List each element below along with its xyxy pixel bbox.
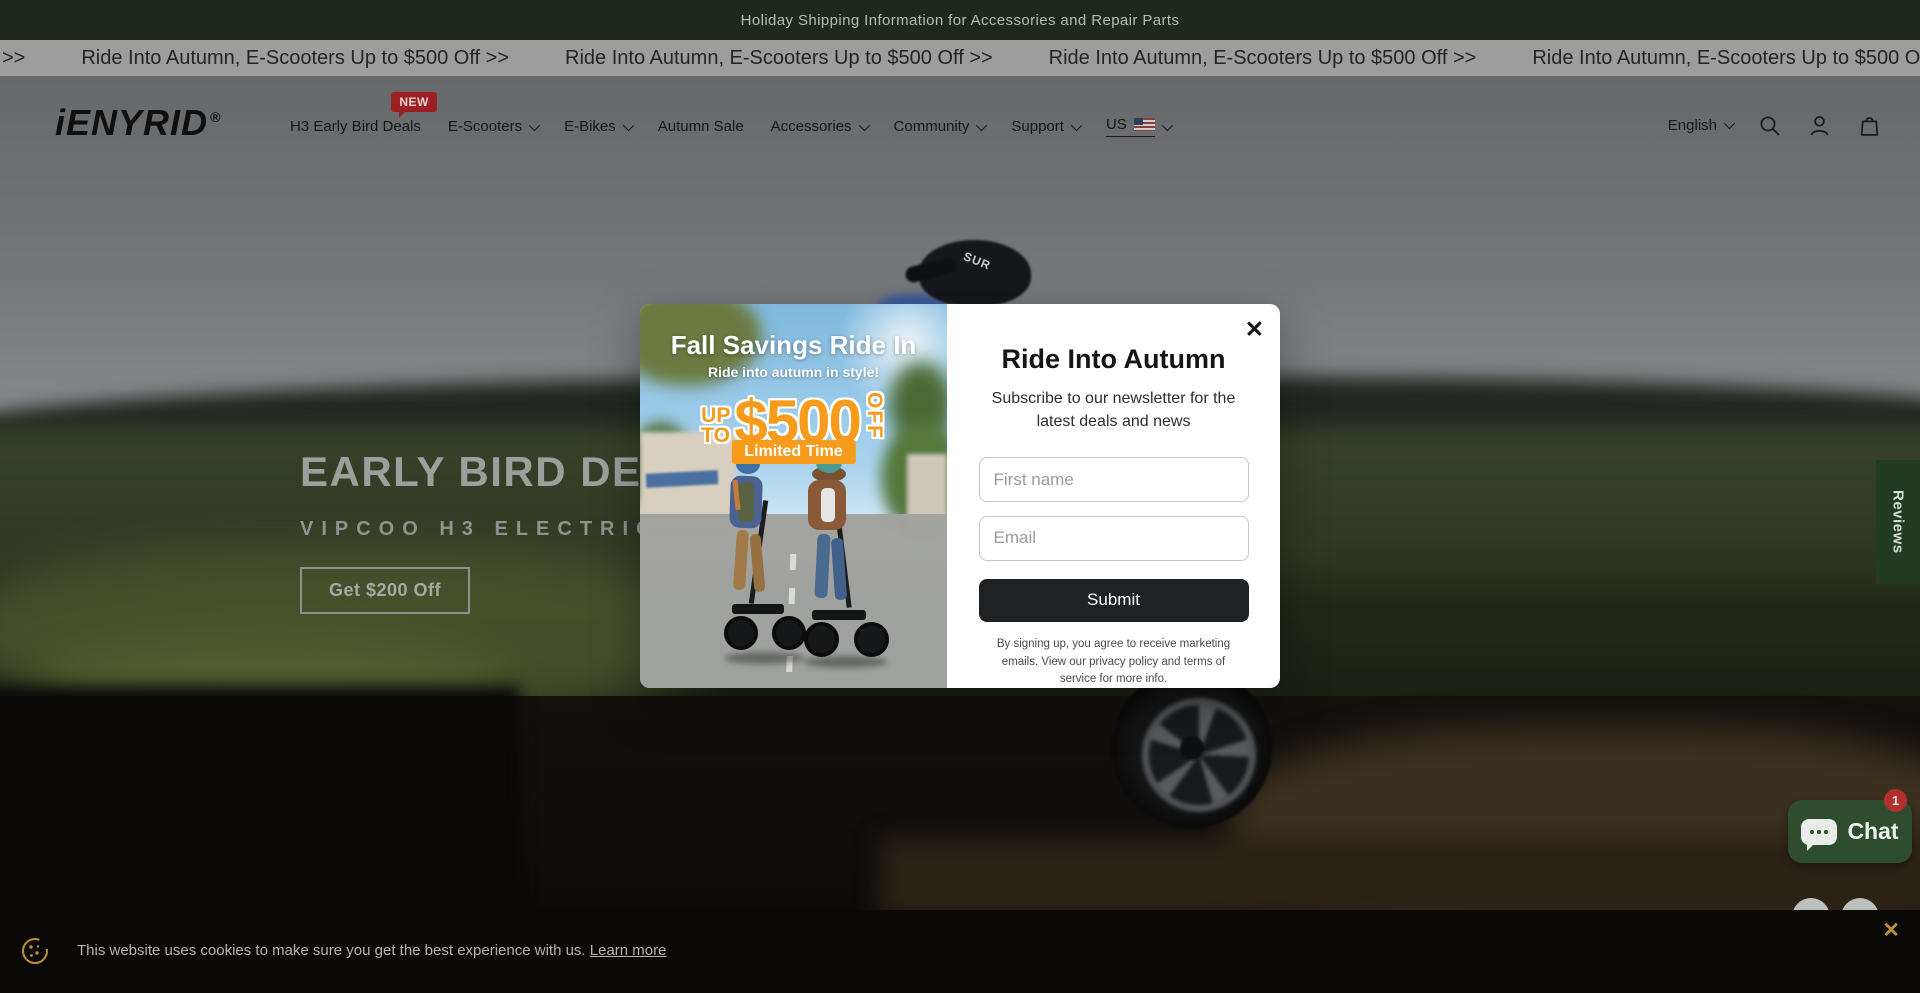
rider-shadow xyxy=(804,656,888,668)
nav-item-e-bikes[interactable]: E-Bikes xyxy=(564,118,631,135)
marquee-bar: >> Ride Into Autumn, E-Scooters Up to $5… xyxy=(0,40,1920,76)
page: Holiday Shipping Information for Accesso… xyxy=(0,0,1920,993)
chevron-down-icon xyxy=(529,119,540,130)
site-header: iENYRID® H3 Early Bird Deals NEW E-Scoot… xyxy=(0,76,1920,170)
chat-bubble-icon xyxy=(1801,819,1837,845)
nav-item-autumn-sale[interactable]: Autumn Sale xyxy=(658,118,744,135)
scooter-wheel xyxy=(772,616,806,650)
nav-item-e-scooters[interactable]: E-Scooters xyxy=(448,118,537,135)
scooter-wheel xyxy=(724,616,758,650)
nav-label: H3 Early Bird Deals xyxy=(290,118,421,135)
cart-icon[interactable] xyxy=(1856,112,1882,138)
logo[interactable]: iENYRID® xyxy=(55,102,221,144)
cookie-banner: This website uses cookies to make sure y… xyxy=(0,910,1920,993)
promo-title: Fall Savings Ride In xyxy=(640,330,947,361)
limited-time-badge: Limited Time xyxy=(731,440,855,464)
logo-text: iENYRID xyxy=(55,102,208,143)
promo-image: Fall Savings Ride In Ride into autumn in… xyxy=(640,304,947,688)
nav-label: E-Scooters xyxy=(448,118,522,135)
close-icon[interactable]: ✕ xyxy=(1245,318,1264,341)
reviews-tab[interactable]: Reviews xyxy=(1876,460,1920,584)
marquee-item: Ride Into Autumn, E-Scooters Up to $500 … xyxy=(1532,47,1920,70)
reviews-tab-label: Reviews xyxy=(1890,490,1907,554)
wheel-hub xyxy=(1180,736,1204,760)
scooter-wheel xyxy=(1112,668,1272,828)
marquee-item: Ride Into Autumn, E-Scooters Up to $500 … xyxy=(565,47,993,70)
nav-label: Support xyxy=(1011,118,1064,135)
promo-to: TO xyxy=(701,426,730,446)
language-selector[interactable]: English xyxy=(1668,117,1732,134)
language-label: English xyxy=(1668,117,1717,134)
marquee-item: >> xyxy=(2,47,25,70)
chevron-down-icon xyxy=(1071,119,1082,130)
form-subtitle: Subscribe to our newsletter for the late… xyxy=(980,387,1248,433)
nav-item-community[interactable]: Community xyxy=(894,118,985,135)
email-field[interactable] xyxy=(979,516,1249,561)
scooter-wheel xyxy=(854,622,889,657)
us-flag-icon xyxy=(1134,118,1155,131)
cookie-close-icon[interactable]: ✕ xyxy=(1882,918,1900,943)
marquee-item: Ride Into Autumn, E-Scooters Up to $500 … xyxy=(81,47,509,70)
promo-up-to: UP TO xyxy=(701,406,730,446)
nav-label: E-Bikes xyxy=(564,118,616,135)
nav-item-accessories[interactable]: Accessories xyxy=(771,118,867,135)
hero-dirt-strip xyxy=(880,838,1920,910)
logo-registered-mark: ® xyxy=(210,109,221,125)
header-actions: English xyxy=(1668,112,1882,138)
rider-vest xyxy=(738,482,754,522)
nav-label: US xyxy=(1106,116,1127,133)
main-nav: H3 Early Bird Deals NEW E-Scooters E-Bik… xyxy=(290,116,1170,137)
rider-shadow xyxy=(724,652,804,664)
hero-cta-button[interactable]: Get $200 Off xyxy=(300,567,470,614)
form-title: Ride Into Autumn xyxy=(1002,344,1226,375)
hero-foreground-shadow xyxy=(0,686,520,910)
search-icon[interactable] xyxy=(1756,112,1782,138)
newsletter-modal: Fall Savings Ride In Ride into autumn in… xyxy=(640,304,1280,688)
chat-label: Chat xyxy=(1847,818,1898,845)
cookie-icon xyxy=(18,934,52,973)
cookie-learn-more-link[interactable]: Learn more xyxy=(590,942,667,959)
nav-label: Community xyxy=(894,118,970,135)
marquee-item: Ride Into Autumn, E-Scooters Up to $500 … xyxy=(1049,47,1477,70)
new-badge: NEW xyxy=(391,92,437,112)
nav-item-region-us[interactable]: US xyxy=(1106,116,1170,137)
newsletter-form: ✕ Ride Into Autumn Subscribe to our news… xyxy=(947,304,1280,688)
chevron-down-icon xyxy=(623,119,634,130)
rider-shirt xyxy=(821,488,835,522)
chat-unread-badge: 1 xyxy=(1884,789,1907,812)
cookie-message-text: This website uses cookies to make sure y… xyxy=(77,942,586,959)
promo-off: OFF xyxy=(862,392,886,456)
rider-helmet: SUR xyxy=(905,236,1045,308)
region-selector: US xyxy=(1106,116,1155,137)
scooter-wheel xyxy=(804,622,839,657)
first-name-field[interactable] xyxy=(979,457,1249,502)
announcement-text: Holiday Shipping Information for Accesso… xyxy=(741,12,1180,29)
chevron-down-icon xyxy=(976,119,987,130)
promo-up: UP xyxy=(701,406,730,426)
account-icon[interactable] xyxy=(1806,112,1832,138)
announcement-bar: Holiday Shipping Information for Accesso… xyxy=(0,0,1920,40)
chevron-down-icon xyxy=(858,119,869,130)
nav-item-h3-early-bird-deals[interactable]: H3 Early Bird Deals NEW xyxy=(290,118,421,135)
nav-item-support[interactable]: Support xyxy=(1011,118,1079,135)
chevron-down-icon xyxy=(1162,119,1173,130)
scooter-deck xyxy=(732,604,784,614)
chevron-down-icon xyxy=(1724,118,1735,129)
scooter-deck xyxy=(812,610,866,620)
nav-label: Accessories xyxy=(771,118,852,135)
promo-subtitle: Ride into autumn in style! xyxy=(640,364,947,380)
submit-button[interactable]: Submit xyxy=(979,579,1249,623)
cookie-message: This website uses cookies to make sure y… xyxy=(77,942,666,959)
nav-label: Autumn Sale xyxy=(658,118,744,135)
form-disclaimer: By signing up, you agree to receive mark… xyxy=(988,636,1240,688)
